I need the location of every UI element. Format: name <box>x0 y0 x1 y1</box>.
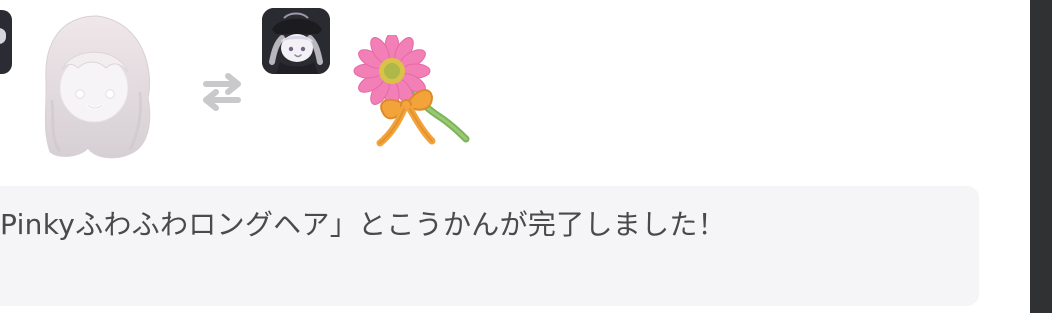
trade-complete-message: Pinkyふわふわロングヘア」とこうかんが完了しました！ <box>0 208 726 241</box>
message-box <box>0 186 979 306</box>
traded-avatar-icon <box>262 8 330 74</box>
flower-gift-icon <box>350 32 475 150</box>
trade-complete-screen: Pinkyふわふわロングヘア」とこうかんが完了しました！ <box>0 0 1052 313</box>
right-side-rail <box>1030 0 1052 313</box>
swap-arrows-icon <box>200 70 244 114</box>
long-wavy-hair-item-icon <box>32 10 162 162</box>
user-avatar-icon <box>0 10 12 74</box>
